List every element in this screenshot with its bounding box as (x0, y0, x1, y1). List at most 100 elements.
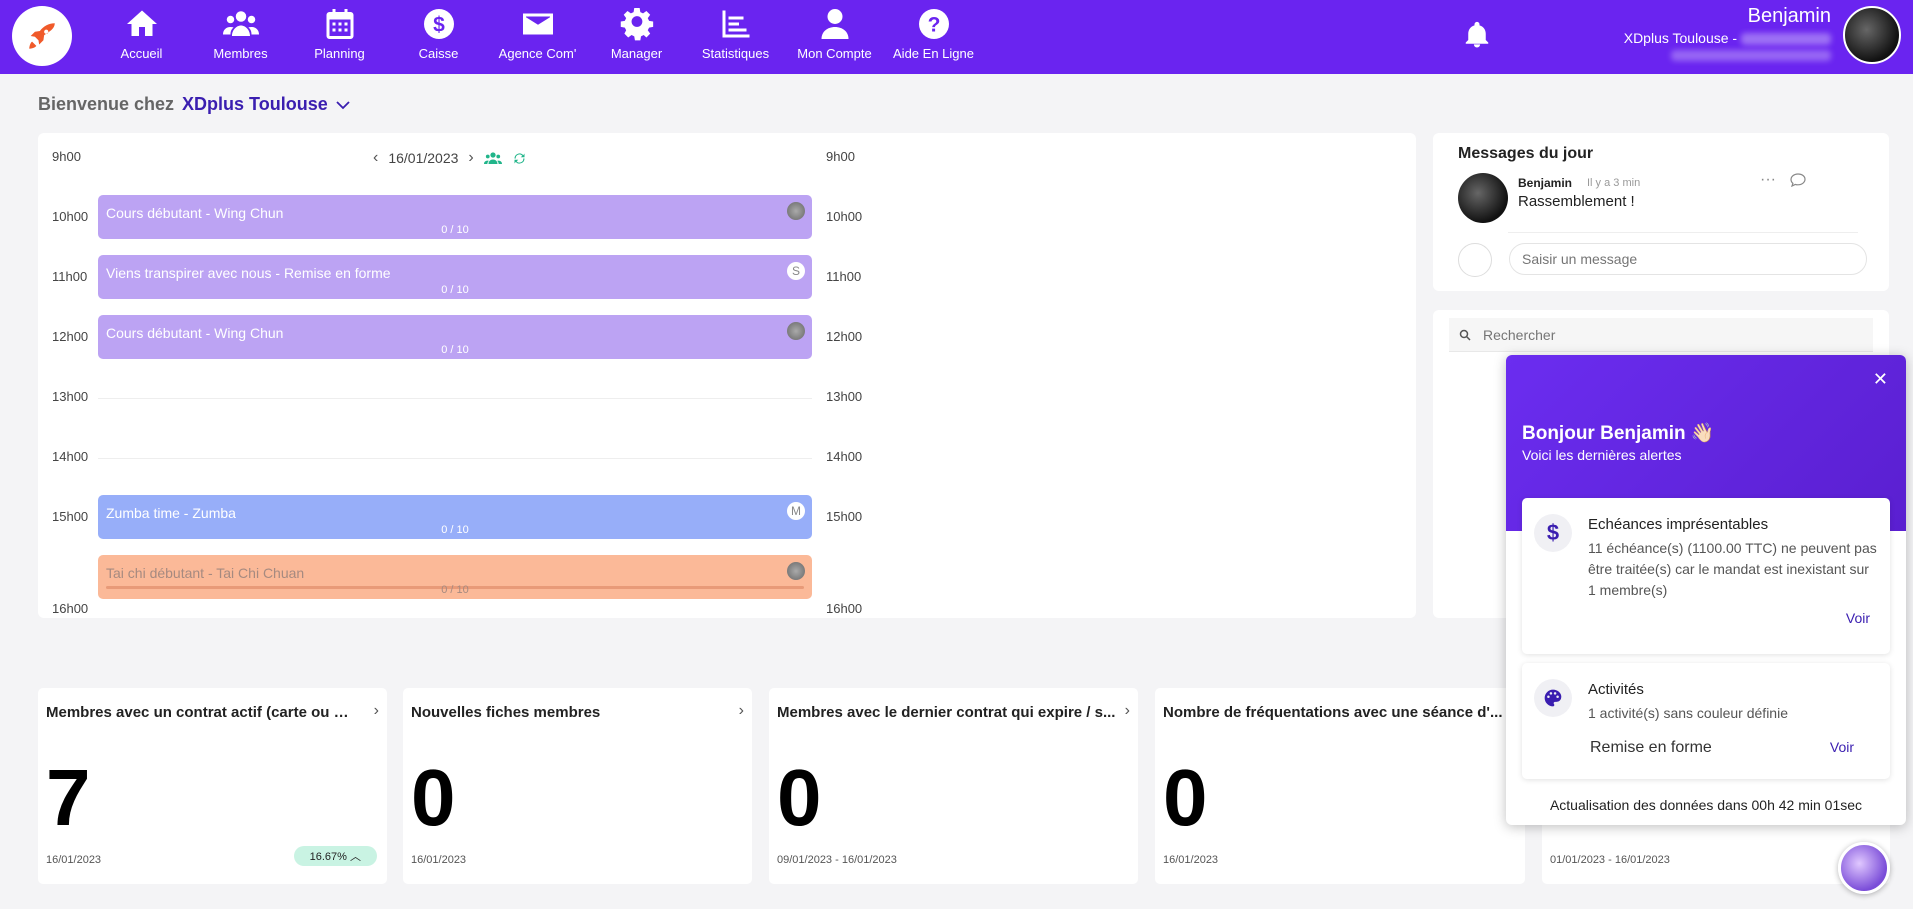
hour-label: 10h00 (826, 209, 863, 224)
nav-aide-en-ligne[interactable]: ? Aide En Ligne (884, 0, 983, 74)
chevron-up-icon: ︿ (350, 851, 361, 863)
alerts-title: Bonjour Benjamin 👋🏻 (1522, 423, 1715, 444)
nav-accueil[interactable]: Accueil (92, 0, 191, 74)
chart-icon (722, 10, 749, 38)
event-count: 0 / 10 (441, 224, 469, 236)
event-avatar-icon (787, 202, 805, 220)
message-time: Il y a 3 min (1587, 177, 1641, 189)
planning-event[interactable]: Tai chi débutant - Tai Chi Chuan 0 / 10 (98, 555, 812, 599)
nav-caisse[interactable]: $ Caisse (389, 0, 488, 74)
stat-card[interactable]: Membres avec le dernier contrat qui expi… (769, 688, 1138, 884)
bell-icon[interactable] (1462, 20, 1492, 50)
alerts-subtitle: Voici les dernières alertes (1522, 447, 1682, 463)
stat-card[interactable]: Membres avec un contrat actif (carte ou … (38, 688, 387, 884)
stat-date: 16/01/2023 (411, 854, 467, 866)
chevron-right-icon[interactable]: › (739, 702, 744, 720)
nav-agence-com[interactable]: Agence Com' (488, 0, 587, 74)
stat-value: 7 (46, 753, 91, 842)
planning-date[interactable]: 16/01/2023 (388, 150, 458, 166)
alert-voir-link[interactable]: Voir (1830, 739, 1854, 755)
gear-icon (620, 8, 653, 41)
search-box (1449, 318, 1873, 352)
planning-event[interactable]: Cours débutant - Wing Chun 0 / 10 (98, 315, 812, 359)
club-selector[interactable]: XDplus Toulouse (182, 94, 328, 115)
stat-title: Membres avec un contrat actif (carte ou … (46, 704, 356, 721)
event-count: 0 / 10 (441, 344, 469, 356)
planning-event[interactable]: Viens transpirer avec nous - Remise en f… (98, 255, 812, 299)
alert-title: Activités (1588, 681, 1644, 698)
more-options-icon[interactable]: ··· (1760, 171, 1776, 189)
planning-card: ‹ 16/01/2023 › 9h00 9h00 10h00 10h00 11h… (38, 133, 1416, 618)
comment-icon[interactable] (1790, 173, 1806, 187)
dollar-icon: $ (1534, 514, 1572, 552)
nav-label: Manager (610, 46, 663, 61)
chevron-left-icon[interactable]: ‹ (373, 149, 378, 167)
main-nav: Accueil Membres Planning $ Caisse Agence… (92, 0, 983, 74)
nav-statistiques[interactable]: Statistiques (686, 0, 785, 74)
close-icon[interactable]: ✕ (1873, 369, 1888, 390)
hour-label: 12h00 (52, 329, 89, 344)
hour-label: 13h00 (826, 389, 863, 404)
messages-card: Messages du jour Benjamin Il y a 3 min R… (1433, 133, 1889, 291)
chevron-down-icon[interactable] (336, 100, 350, 110)
alerts-panel: ✕ Bonjour Benjamin 👋🏻 Voici les dernière… (1506, 355, 1906, 825)
welcome-heading: Bienvenue chez XDplus Toulouse (38, 94, 350, 115)
nav-manager[interactable]: Manager (587, 0, 686, 74)
nav-membres[interactable]: Membres (191, 0, 290, 74)
event-avatar-icon (787, 562, 805, 580)
chevron-right-icon[interactable]: › (1125, 702, 1130, 720)
message-user-icon (1458, 243, 1492, 277)
avatar[interactable] (1843, 6, 1901, 64)
stat-title: Membres avec le dernier contrat qui expi… (777, 704, 1116, 721)
chevron-right-icon[interactable]: › (468, 149, 473, 167)
event-title: Cours débutant - Wing Chun (106, 205, 284, 221)
top-navbar: Accueil Membres Planning $ Caisse Agence… (0, 0, 1913, 74)
stat-card[interactable]: Nombre de fréquentations avec une séance… (1155, 688, 1525, 884)
event-count: 0 / 10 (441, 584, 469, 596)
user-info[interactable]: Benjamin XDplus Toulouse - (1624, 4, 1831, 61)
message-text: Rassemblement ! (1518, 193, 1635, 210)
alert-voir-link[interactable]: Voir (1846, 610, 1870, 626)
stat-date: 09/01/2023 - 16/01/2023 (777, 854, 897, 866)
help-icon: ? (918, 9, 949, 39)
stat-value: 0 (411, 753, 456, 842)
search-input[interactable] (1483, 326, 1863, 343)
nav-label: Agence Com' (498, 46, 577, 61)
alert-title: Echéances imprésentables (1588, 516, 1769, 533)
welcome-prefix: Bienvenue chez (38, 94, 175, 114)
event-title: Zumba time - Zumba (106, 505, 236, 521)
chat-launcher-button[interactable] (1838, 842, 1890, 894)
planning-event[interactable]: Cours débutant - Wing Chun 0 / 10 (98, 195, 812, 239)
nav-label: Planning (314, 46, 365, 61)
nav-label: Caisse (418, 46, 459, 61)
planning-event[interactable]: Zumba time - Zumba M 0 / 10 (98, 495, 812, 539)
event-title: Tai chi débutant - Tai Chi Chuan (106, 565, 305, 581)
trend-value: 16.67% (309, 851, 347, 863)
group-icon[interactable] (483, 151, 502, 165)
event-coach-badge: M (787, 502, 805, 520)
message-input[interactable] (1509, 243, 1867, 275)
search-icon (1459, 329, 1471, 341)
nav-mon-compte[interactable]: Mon Compte (785, 0, 884, 74)
grid-line (98, 398, 812, 399)
stat-card[interactable]: Nouvelles fiches membres › 0 16/01/2023 (403, 688, 752, 884)
stat-value: 0 (777, 753, 822, 842)
event-title: Cours débutant - Wing Chun (106, 325, 284, 341)
alerts-refresh-footer: Actualisation des données dans 00h 42 mi… (1549, 797, 1863, 813)
nav-planning[interactable]: Planning (290, 0, 389, 74)
svg-text:?: ? (927, 14, 940, 37)
event-count: 0 / 10 (441, 284, 469, 296)
refresh-icon[interactable] (512, 151, 527, 166)
chevron-right-icon[interactable]: › (374, 702, 379, 720)
hour-label: 13h00 (52, 389, 89, 404)
hour-label: 11h00 (826, 269, 862, 284)
stat-date: 16/01/2023 (1163, 854, 1219, 866)
hour-label: 15h00 (826, 509, 863, 524)
stat-title: Nombre de fréquentations avec une séance… (1163, 704, 1503, 721)
user-club-line: XDplus Toulouse - (1624, 28, 1831, 48)
hour-label: 10h00 (52, 209, 89, 224)
app-logo[interactable] (12, 6, 72, 66)
alert-card: $ Echéances imprésentables 11 échéance(s… (1522, 498, 1890, 654)
alert-text: 11 échéance(s) (1100.00 TTC) ne peuvent … (1588, 540, 1877, 598)
hour-label: 14h00 (826, 449, 863, 464)
